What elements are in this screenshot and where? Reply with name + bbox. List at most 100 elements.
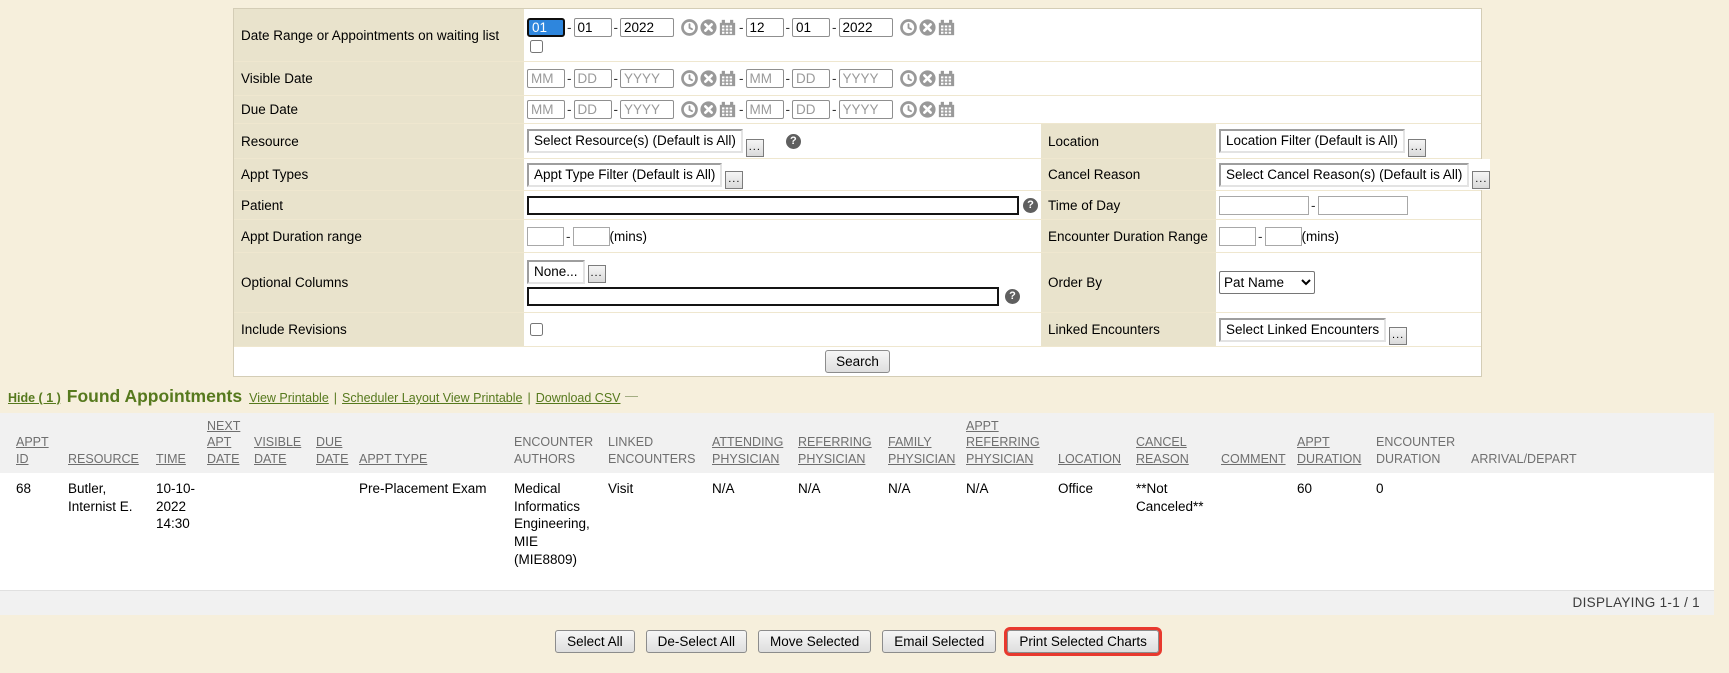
date-range-from-month-input[interactable]	[527, 18, 565, 37]
due-date-to-month-input[interactable]	[746, 100, 784, 119]
email-selected-button[interactable]: Email Selected	[882, 630, 996, 653]
order-by-select[interactable]: Pat Name	[1219, 271, 1315, 294]
column-header-comment[interactable]: COMMENT	[1221, 413, 1297, 473]
due-date-from-month-input[interactable]	[527, 100, 565, 119]
cell-referring-physician: N/A	[798, 473, 888, 590]
download-csv-link[interactable]: Download CSV	[536, 391, 621, 405]
calendar-picker-icon[interactable]	[719, 70, 736, 87]
scheduler-layout-view-printable-link[interactable]: Scheduler Layout View Printable	[342, 391, 522, 405]
time-picker-icon[interactable]	[900, 101, 917, 118]
cell-attending-physician: N/A	[712, 473, 798, 590]
linked-encounters-picker-button[interactable]: ...	[1389, 327, 1407, 345]
column-header-appt-type[interactable]: APPT TYPE	[359, 413, 514, 473]
patient-input[interactable]	[527, 196, 1019, 215]
encounter-duration-min-input[interactable]	[1219, 227, 1256, 246]
link-separator: |	[334, 391, 337, 405]
cancel-reason-filter[interactable]: Select Cancel Reason(s) (Default is All)	[1219, 163, 1469, 187]
column-header-appt-id[interactable]: APPT ID	[0, 413, 68, 473]
visible-date-from-month-input[interactable]	[527, 69, 565, 88]
location-field: Location Filter (Default is All) ...	[1216, 124, 1481, 158]
search-button[interactable]: Search	[825, 350, 890, 373]
visible-date-fields: - - - - -	[524, 62, 1481, 95]
time-picker-icon[interactable]	[900, 70, 917, 87]
resource-picker-button[interactable]: ...	[746, 139, 764, 157]
appt-duration-max-input[interactable]	[573, 227, 610, 246]
time-picker-icon[interactable]	[900, 19, 917, 36]
due-date-to-year-input[interactable]	[839, 100, 893, 119]
select-all-button[interactable]: Select All	[555, 630, 635, 653]
encounter-duration-max-input[interactable]	[1265, 227, 1302, 246]
column-header-location[interactable]: LOCATION	[1058, 413, 1136, 473]
cancel-reason-picker-button[interactable]: ...	[1472, 171, 1490, 189]
date-range-from-day-input[interactable]	[574, 18, 612, 37]
calendar-picker-icon[interactable]	[719, 19, 736, 36]
location-picker-button[interactable]: ...	[1408, 139, 1426, 157]
encounter-duration-fields: - (mins)	[1216, 220, 1481, 252]
clear-date-icon[interactable]	[700, 101, 717, 118]
view-printable-link[interactable]: View Printable	[249, 391, 329, 405]
hide-results-link[interactable]: Hide ( 1 )	[8, 391, 61, 405]
form-row-revisions-linked: Include Revisions Linked Encounters Sele…	[234, 313, 1481, 347]
clear-date-icon[interactable]	[919, 101, 936, 118]
location-filter[interactable]: Location Filter (Default is All)	[1219, 129, 1405, 153]
column-header-referring-physician[interactable]: REFERRING PHYSICIAN	[798, 413, 888, 473]
appointment-row[interactable]: 68 Butler, Internist E. 10-10-2022 14:30…	[0, 473, 1714, 590]
clear-date-icon[interactable]	[700, 19, 717, 36]
visible-date-to-day-input[interactable]	[792, 69, 830, 88]
column-header-cancel-reason[interactable]: CANCEL REASON	[1136, 413, 1221, 473]
move-selected-button[interactable]: Move Selected	[758, 630, 871, 653]
clear-date-icon[interactable]	[919, 19, 936, 36]
visible-date-to-month-input[interactable]	[746, 69, 784, 88]
time-picker-icon[interactable]	[681, 19, 698, 36]
resource-filter[interactable]: Select Resource(s) (Default is All)	[527, 129, 743, 153]
dash-separator: -	[566, 229, 571, 244]
column-header-attending-physician[interactable]: ATTENDING PHYSICIAN	[712, 413, 798, 473]
visible-date-from-year-input[interactable]	[620, 69, 674, 88]
calendar-picker-icon[interactable]	[719, 101, 736, 118]
include-revisions-checkbox[interactable]	[530, 323, 543, 336]
dash-separator: -	[614, 20, 619, 35]
column-header-appt-duration[interactable]: APPT DURATION	[1297, 413, 1376, 473]
cancel-reason-label: Cancel Reason	[1041, 159, 1216, 190]
time-picker-icon[interactable]	[681, 101, 698, 118]
clear-date-icon[interactable]	[700, 70, 717, 87]
visible-date-from-day-input[interactable]	[574, 69, 612, 88]
deselect-all-button[interactable]: De-Select All	[646, 630, 747, 653]
time-picker-icon[interactable]	[681, 70, 698, 87]
column-header-family-physician[interactable]: FAMILY PHYSICIAN	[888, 413, 966, 473]
calendar-picker-icon[interactable]	[938, 19, 955, 36]
column-header-due-date[interactable]: DUE DATE	[316, 413, 359, 473]
form-row-search: Search	[234, 347, 1481, 376]
column-header-appt-referring-physician[interactable]: APPT REFERRING PHYSICIAN	[966, 413, 1058, 473]
date-range-to-month-input[interactable]	[746, 18, 784, 37]
time-of-day-end-input[interactable]	[1318, 196, 1408, 215]
date-range-to-day-input[interactable]	[792, 18, 830, 37]
optional-columns-picker-button[interactable]: ...	[588, 265, 606, 283]
due-date-from-day-input[interactable]	[574, 100, 612, 119]
appt-duration-fields: - (mins)	[524, 220, 1041, 252]
due-date-from-year-input[interactable]	[620, 100, 674, 119]
optional-columns-help-icon[interactable]: ?	[1005, 289, 1020, 304]
column-header-visible-date[interactable]: VISIBLE DATE	[254, 413, 316, 473]
appt-type-filter[interactable]: Appt Type Filter (Default is All)	[527, 163, 722, 187]
optional-columns-filter[interactable]: None...	[527, 260, 585, 284]
print-selected-charts-button[interactable]: Print Selected Charts	[1007, 630, 1159, 653]
column-header-resource[interactable]: RESOURCE	[68, 413, 156, 473]
calendar-picker-icon[interactable]	[938, 101, 955, 118]
resource-help-icon[interactable]: ?	[786, 134, 801, 149]
time-of-day-start-input[interactable]	[1219, 196, 1309, 215]
clear-date-icon[interactable]	[919, 70, 936, 87]
visible-date-to-year-input[interactable]	[839, 69, 893, 88]
due-date-to-day-input[interactable]	[792, 100, 830, 119]
date-range-to-year-input[interactable]	[839, 18, 893, 37]
column-header-time[interactable]: TIME	[156, 413, 207, 473]
optional-columns-input[interactable]	[527, 287, 999, 306]
column-header-next-apt-date[interactable]: NEXT APT DATE	[207, 413, 254, 473]
appt-type-picker-button[interactable]: ...	[725, 171, 743, 189]
calendar-picker-icon[interactable]	[938, 70, 955, 87]
waiting-list-checkbox[interactable]	[530, 40, 543, 53]
linked-encounters-filter[interactable]: Select Linked Encounters	[1219, 318, 1386, 342]
date-range-from-year-input[interactable]	[620, 18, 674, 37]
patient-help-icon[interactable]: ?	[1023, 198, 1038, 213]
appt-duration-min-input[interactable]	[527, 227, 564, 246]
